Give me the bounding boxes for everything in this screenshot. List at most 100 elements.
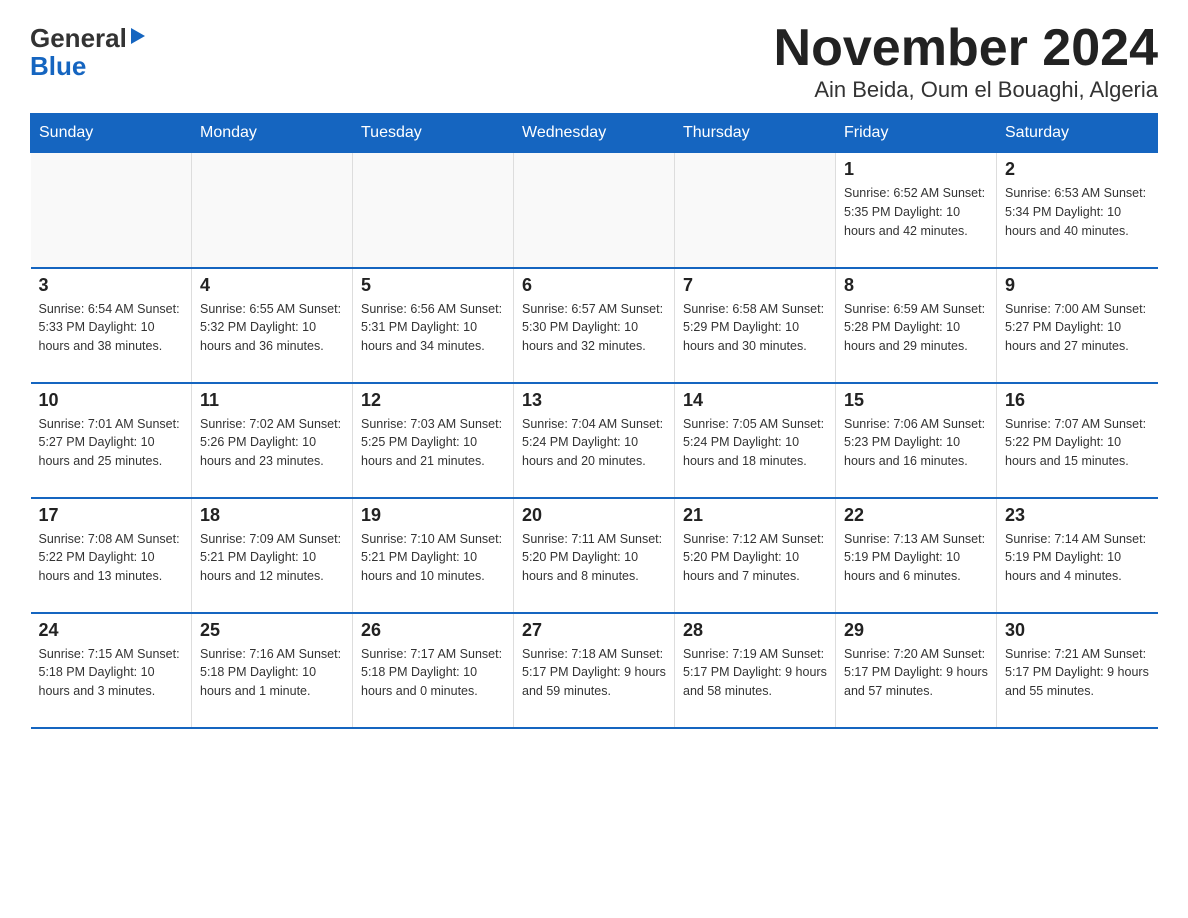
- day-number: 28: [683, 620, 827, 641]
- calendar-title: November 2024: [774, 20, 1158, 77]
- table-row: 22 Sunrise: 7:13 AM Sunset: 5:19 PM Dayli…: [836, 498, 997, 613]
- table-row: 18 Sunrise: 7:09 AM Sunset: 5:21 PM Dayli…: [192, 498, 353, 613]
- table-row: 19 Sunrise: 7:10 AM Sunset: 5:21 PM Dayli…: [353, 498, 514, 613]
- table-row: 6Sunrise: 6:57 AM Sunset: 5:30 PM Daylig…: [514, 268, 675, 383]
- day-number: 30: [1005, 620, 1150, 641]
- table-row: [675, 153, 836, 268]
- day-info: Sunrise: 7:06 AM Sunset: 5:23 PM Dayligh…: [844, 415, 988, 471]
- day-number: 1: [844, 159, 988, 180]
- day-info: Sunrise: 7:10 AM Sunset: 5:21 PM Dayligh…: [361, 530, 505, 586]
- header-thursday: Thursday: [675, 114, 836, 153]
- header-sunday: Sunday: [31, 114, 192, 153]
- day-number: 15: [844, 390, 988, 411]
- table-row: 27 Sunrise: 7:18 AM Sunset: 5:17 PM Dayli…: [514, 613, 675, 728]
- logo: General Blue: [30, 20, 147, 82]
- calendar-table: Sunday Monday Tuesday Wednesday Thursday…: [30, 113, 1158, 729]
- day-info: Sunrise: 7:21 AM Sunset: 5:17 PM Dayligh…: [1005, 645, 1150, 701]
- table-row: 30 Sunrise: 7:21 AM Sunset: 5:17 PM Dayli…: [997, 613, 1158, 728]
- day-number: 22: [844, 505, 988, 526]
- calendar-week-row: 24 Sunrise: 7:15 AM Sunset: 5:18 PM Dayli…: [31, 613, 1158, 728]
- day-number: 3: [39, 275, 184, 296]
- day-number: 25: [200, 620, 344, 641]
- day-number: 16: [1005, 390, 1150, 411]
- header-friday: Friday: [836, 114, 997, 153]
- table-row: 7 Sunrise: 6:58 AM Sunset: 5:29 PM Daylig…: [675, 268, 836, 383]
- day-number: 5: [361, 275, 505, 296]
- table-row: [353, 153, 514, 268]
- table-row: [514, 153, 675, 268]
- header-monday: Monday: [192, 114, 353, 153]
- table-row: 29 Sunrise: 7:20 AM Sunset: 5:17 PM Dayli…: [836, 613, 997, 728]
- day-info: Sunrise: 7:19 AM Sunset: 5:17 PM Dayligh…: [683, 645, 827, 701]
- day-info: Sunrise: 7:08 AM Sunset: 5:22 PM Dayligh…: [39, 530, 184, 586]
- day-number: 2: [1005, 159, 1150, 180]
- table-row: 16 Sunrise: 7:07 AM Sunset: 5:22 PM Dayli…: [997, 383, 1158, 498]
- table-row: 23Sunrise: 7:14 AM Sunset: 5:19 PM Dayli…: [997, 498, 1158, 613]
- table-row: [31, 153, 192, 268]
- table-row: 25 Sunrise: 7:16 AM Sunset: 5:18 PM Dayli…: [192, 613, 353, 728]
- day-number: 20: [522, 505, 666, 526]
- calendar-week-row: 1 Sunrise: 6:52 AM Sunset: 5:35 PM Daylig…: [31, 153, 1158, 268]
- logo-blue: Blue: [30, 51, 86, 82]
- day-info: Sunrise: 6:55 AM Sunset: 5:32 PM Dayligh…: [200, 300, 344, 356]
- day-info: Sunrise: 6:52 AM Sunset: 5:35 PM Dayligh…: [844, 184, 988, 240]
- table-row: [192, 153, 353, 268]
- header-wednesday: Wednesday: [514, 114, 675, 153]
- day-number: 26: [361, 620, 505, 641]
- table-row: 4Sunrise: 6:55 AM Sunset: 5:32 PM Daylig…: [192, 268, 353, 383]
- table-row: 1 Sunrise: 6:52 AM Sunset: 5:35 PM Daylig…: [836, 153, 997, 268]
- header-tuesday: Tuesday: [353, 114, 514, 153]
- day-number: 24: [39, 620, 184, 641]
- day-info: Sunrise: 7:07 AM Sunset: 5:22 PM Dayligh…: [1005, 415, 1150, 471]
- day-number: 6: [522, 275, 666, 296]
- table-row: 28 Sunrise: 7:19 AM Sunset: 5:17 PM Dayli…: [675, 613, 836, 728]
- day-info: Sunrise: 7:15 AM Sunset: 5:18 PM Dayligh…: [39, 645, 184, 701]
- day-info: Sunrise: 7:17 AM Sunset: 5:18 PM Dayligh…: [361, 645, 505, 701]
- day-number: 14: [683, 390, 827, 411]
- table-row: 9 Sunrise: 7:00 AM Sunset: 5:27 PM Daylig…: [997, 268, 1158, 383]
- calendar-subtitle: Ain Beida, Oum el Bouaghi, Algeria: [774, 77, 1158, 103]
- day-info: Sunrise: 7:05 AM Sunset: 5:24 PM Dayligh…: [683, 415, 827, 471]
- day-info: Sunrise: 7:16 AM Sunset: 5:18 PM Dayligh…: [200, 645, 344, 701]
- day-info: Sunrise: 7:03 AM Sunset: 5:25 PM Dayligh…: [361, 415, 505, 471]
- day-info: Sunrise: 7:04 AM Sunset: 5:24 PM Dayligh…: [522, 415, 666, 471]
- day-info: Sunrise: 6:59 AM Sunset: 5:28 PM Dayligh…: [844, 300, 988, 356]
- table-row: 3Sunrise: 6:54 AM Sunset: 5:33 PM Daylig…: [31, 268, 192, 383]
- table-row: 20 Sunrise: 7:11 AM Sunset: 5:20 PM Dayli…: [514, 498, 675, 613]
- day-number: 18: [200, 505, 344, 526]
- table-row: 11Sunrise: 7:02 AM Sunset: 5:26 PM Dayli…: [192, 383, 353, 498]
- day-number: 9: [1005, 275, 1150, 296]
- day-number: 8: [844, 275, 988, 296]
- title-block: November 2024 Ain Beida, Oum el Bouaghi,…: [774, 20, 1158, 103]
- day-number: 23: [1005, 505, 1150, 526]
- day-number: 21: [683, 505, 827, 526]
- logo-general: General: [30, 25, 127, 51]
- calendar-week-row: 10Sunrise: 7:01 AM Sunset: 5:27 PM Dayli…: [31, 383, 1158, 498]
- day-number: 7: [683, 275, 827, 296]
- table-row: 5 Sunrise: 6:56 AM Sunset: 5:31 PM Daylig…: [353, 268, 514, 383]
- table-row: 8 Sunrise: 6:59 AM Sunset: 5:28 PM Daylig…: [836, 268, 997, 383]
- day-number: 29: [844, 620, 988, 641]
- day-info: Sunrise: 6:56 AM Sunset: 5:31 PM Dayligh…: [361, 300, 505, 356]
- day-info: Sunrise: 6:58 AM Sunset: 5:29 PM Dayligh…: [683, 300, 827, 356]
- day-info: Sunrise: 7:02 AM Sunset: 5:26 PM Dayligh…: [200, 415, 344, 471]
- table-row: 13Sunrise: 7:04 AM Sunset: 5:24 PM Dayli…: [514, 383, 675, 498]
- calendar-week-row: 3Sunrise: 6:54 AM Sunset: 5:33 PM Daylig…: [31, 268, 1158, 383]
- day-info: Sunrise: 7:11 AM Sunset: 5:20 PM Dayligh…: [522, 530, 666, 586]
- table-row: 26 Sunrise: 7:17 AM Sunset: 5:18 PM Dayli…: [353, 613, 514, 728]
- day-info: Sunrise: 7:20 AM Sunset: 5:17 PM Dayligh…: [844, 645, 988, 701]
- day-info: Sunrise: 7:01 AM Sunset: 5:27 PM Dayligh…: [39, 415, 184, 471]
- table-row: 14 Sunrise: 7:05 AM Sunset: 5:24 PM Dayli…: [675, 383, 836, 498]
- day-info: Sunrise: 7:12 AM Sunset: 5:20 PM Dayligh…: [683, 530, 827, 586]
- day-info: Sunrise: 7:09 AM Sunset: 5:21 PM Dayligh…: [200, 530, 344, 586]
- day-info: Sunrise: 7:00 AM Sunset: 5:27 PM Dayligh…: [1005, 300, 1150, 356]
- day-number: 19: [361, 505, 505, 526]
- logo-triangle-icon: [129, 26, 147, 46]
- day-number: 27: [522, 620, 666, 641]
- calendar-week-row: 17 Sunrise: 7:08 AM Sunset: 5:22 PM Dayli…: [31, 498, 1158, 613]
- day-info: Sunrise: 7:13 AM Sunset: 5:19 PM Dayligh…: [844, 530, 988, 586]
- table-row: 17 Sunrise: 7:08 AM Sunset: 5:22 PM Dayli…: [31, 498, 192, 613]
- table-row: 2Sunrise: 6:53 AM Sunset: 5:34 PM Daylig…: [997, 153, 1158, 268]
- day-info: Sunrise: 7:18 AM Sunset: 5:17 PM Dayligh…: [522, 645, 666, 701]
- day-number: 17: [39, 505, 184, 526]
